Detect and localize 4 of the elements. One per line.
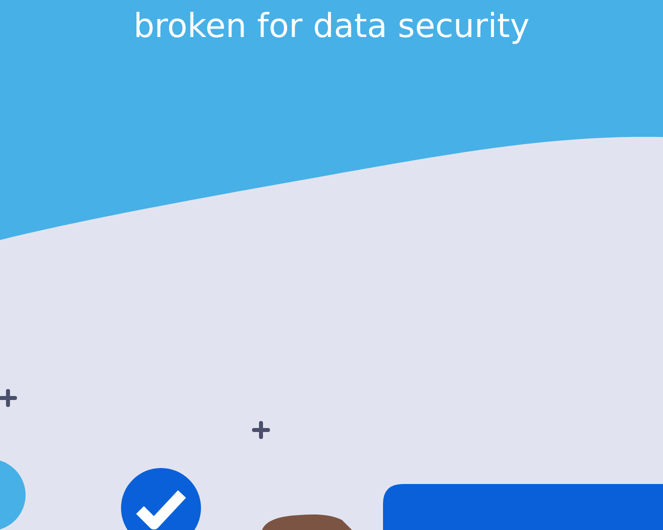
check-icon — [121, 468, 201, 530]
plus-icon — [252, 421, 270, 439]
headline: broken for data security — [132, 5, 531, 47]
plus-icon — [0, 389, 17, 407]
